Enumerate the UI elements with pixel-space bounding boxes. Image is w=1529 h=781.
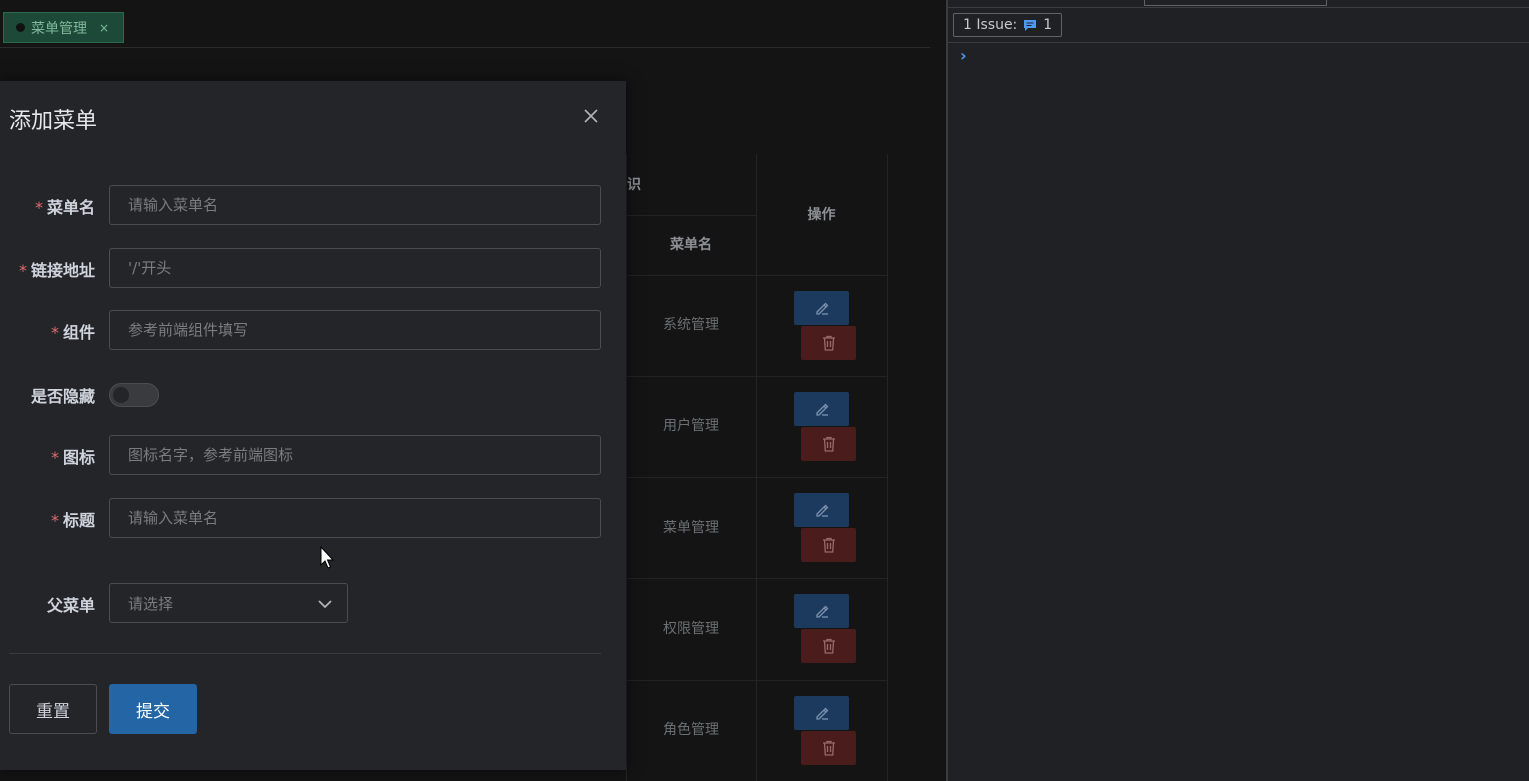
required-mark: * [50,448,59,467]
hidden-toggle[interactable] [109,383,159,407]
console-prompt-icon[interactable]: › [960,46,967,65]
table-group-header: 识 [627,177,641,193]
column-header-actions: 操作 [807,207,836,223]
component-label-text: 组件 [62,323,95,342]
delete-button[interactable] [801,731,856,765]
table-divider [626,376,887,377]
trash-icon [822,537,835,553]
hidden-label-text: 是否隐藏 [30,387,95,406]
trash-icon [822,335,835,351]
edit-button[interactable] [794,392,849,426]
required-mark: * [34,198,43,217]
table-cell-menu-name: 系统管理 [663,317,719,333]
table-cell-menu-name: 角色管理 [663,722,719,738]
required-mark: * [50,511,59,530]
menu-name-input[interactable] [109,185,601,225]
edit-button[interactable] [794,291,849,325]
parent-menu-select[interactable]: 请选择 [109,583,348,623]
tab-dot-icon [16,23,25,32]
title-input[interactable] [109,498,601,538]
table-divider [626,680,887,681]
edit-icon [815,302,828,315]
toggle-knob [113,387,129,403]
devtools-panel: 1 Issue: 1 › [946,0,1529,781]
dialog-close-button[interactable] [580,105,602,127]
title-label-text: 标题 [62,511,95,530]
component-input[interactable] [109,310,601,350]
title-label: * 标题 [0,507,95,531]
issues-label: 1 Issue: [963,17,1018,33]
tab-label: 菜单管理 [31,20,87,37]
tab-bar: 菜单管理 × [0,0,930,48]
issues-count: 1 [1043,17,1053,33]
trash-icon [822,436,835,452]
edit-button[interactable] [794,594,849,628]
component-label: * 组件 [0,319,95,343]
menu-name-label-text: 菜单名 [46,198,95,217]
chevron-down-icon [318,600,332,609]
submit-button[interactable]: 提交 [109,684,197,734]
trash-icon [822,740,835,756]
parent-label-text: 父菜单 [46,596,95,615]
edit-icon [815,403,828,416]
column-header-menu-name: 菜单名 [670,237,712,253]
edit-icon [815,605,828,618]
tab-menu-management[interactable]: 菜单管理 × [3,12,125,43]
issues-button[interactable]: 1 Issue: 1 [953,13,1063,37]
trash-icon [822,638,835,654]
icon-label: * 图标 [0,444,95,468]
close-icon [584,109,598,123]
table-cell-menu-name: 用户管理 [663,418,719,434]
form-divider [9,653,601,654]
add-menu-dialog: 添加菜单 *菜单名 *链接地址 *组件 是否隐藏 *图标 *标题 父菜单 请选择… [0,81,626,770]
table-divider [626,215,756,216]
edit-button[interactable] [794,493,849,527]
table-divider [626,578,887,579]
icon-label-text: 图标 [62,448,95,467]
mouse-cursor-icon [320,546,334,569]
required-mark: * [50,323,59,342]
delete-button[interactable] [801,427,856,461]
edit-icon [815,504,828,517]
hidden-label: 是否隐藏 [0,383,95,407]
link-input[interactable] [109,248,601,288]
required-mark: * [18,261,27,280]
app-background: 菜单管理 × 识 菜单名 操作 系统管理 用户管理 菜单管理 权限管理 角色管理… [0,0,946,781]
parent-label: 父菜单 [0,592,95,616]
table-cell-menu-name: 菜单管理 [663,520,719,536]
parent-select-placeholder: 请选择 [128,594,174,613]
table-divider [626,275,887,276]
delete-button[interactable] [801,326,856,360]
link-label-text: 链接地址 [30,261,95,280]
table-divider [626,477,887,478]
delete-button[interactable] [801,528,856,562]
issues-bar: 1 Issue: 1 [948,10,1529,43]
tab-close-icon[interactable]: × [99,21,109,35]
table-divider [756,154,757,781]
link-label: * 链接地址 [0,257,95,281]
icon-input[interactable] [109,435,601,475]
message-icon [1024,19,1037,31]
console-filter-input[interactable] [1144,0,1327,6]
table-cell-menu-name: 权限管理 [663,621,719,637]
menu-name-label: * 菜单名 [0,194,95,218]
edit-button[interactable] [794,696,849,730]
dialog-title: 添加菜单 [9,109,98,134]
delete-button[interactable] [801,629,856,663]
table-divider [887,154,888,781]
edit-icon [815,707,828,720]
reset-button[interactable]: 重置 [9,684,97,734]
